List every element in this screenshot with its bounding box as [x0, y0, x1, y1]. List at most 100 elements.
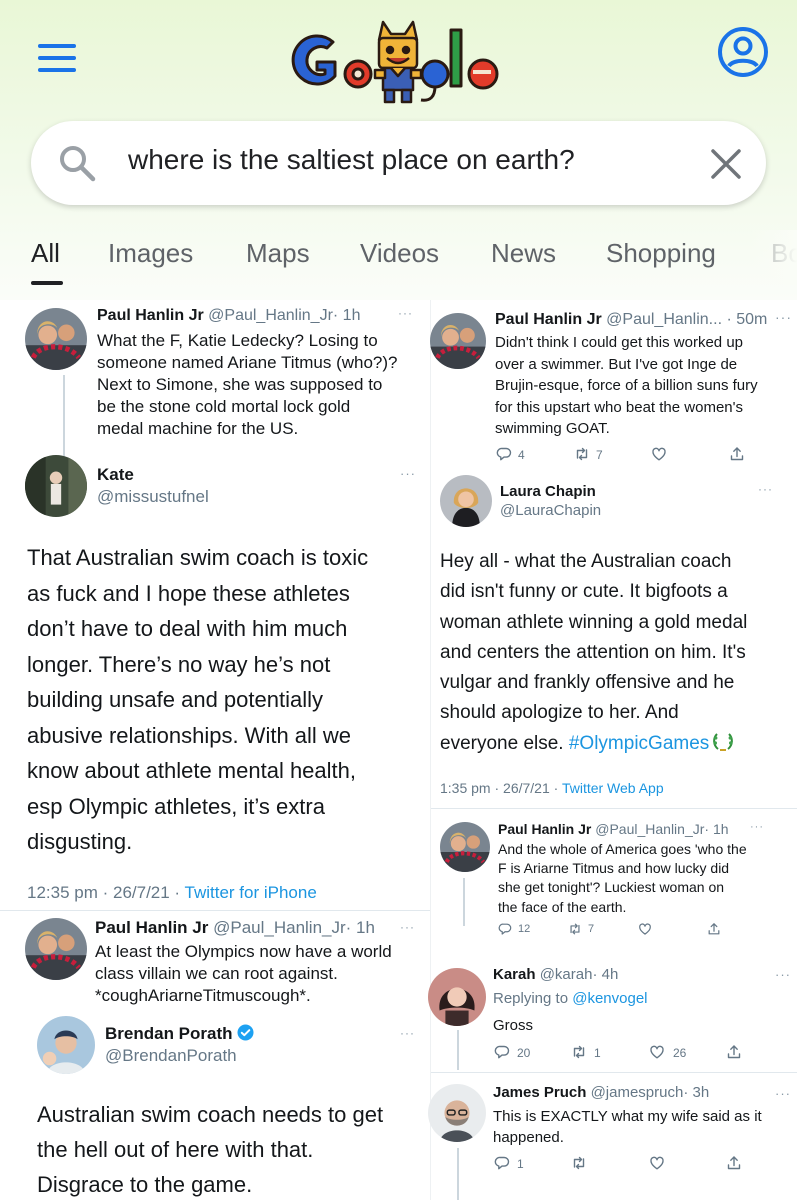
author-handle[interactable]: @LauraChapin — [500, 502, 601, 519]
like-icon[interactable] — [649, 1044, 665, 1060]
tweet-text: Gross — [493, 1017, 534, 1034]
tweet-meta: 1:35 pm · 26/7/21 · Twitter Web App — [440, 780, 664, 796]
menu-icon[interactable] — [38, 44, 76, 72]
share-icon[interactable] — [726, 1044, 742, 1060]
tweet-header: Paul Hanlin Jr @Paul_Hanlin_Jr· 1h — [97, 307, 360, 325]
author-handle[interactable]: @Paul_Hanlin_Jr — [595, 821, 704, 837]
avatar[interactable] — [428, 968, 486, 1026]
author-handle[interactable]: @Paul_Hanlin... — [606, 311, 722, 328]
author-name[interactable]: Laura Chapin — [500, 483, 596, 500]
tweet-source-link[interactable]: Twitter for iPhone — [185, 883, 317, 902]
image-result-collage[interactable]: Paul Hanlin Jr @Paul_Hanlin_Jr· 1h ··· W… — [0, 300, 797, 1200]
author-name[interactable]: Brendan Porath — [105, 1024, 254, 1044]
avatar[interactable] — [25, 455, 87, 517]
tweet-time: · 1h — [345, 918, 375, 937]
more-icon[interactable]: ··· — [750, 821, 764, 833]
like-icon[interactable] — [651, 446, 667, 462]
retweet-icon[interactable] — [574, 446, 590, 462]
tweet-text: And the whole of America goes 'who the F… — [498, 841, 747, 915]
author-name[interactable]: Paul Hanlin Jr — [97, 307, 204, 324]
retweet-icon[interactable] — [568, 922, 582, 936]
retweet-count: 1 — [594, 1046, 601, 1060]
avatar[interactable] — [440, 475, 492, 527]
more-icon[interactable]: ··· — [400, 920, 415, 934]
more-icon[interactable]: ··· — [775, 1086, 791, 1101]
search-input[interactable]: where is the saltiest place on earth? — [128, 144, 575, 176]
author-handle[interactable]: @missustufnel — [97, 487, 209, 507]
tweet-time: · 1h — [332, 307, 361, 324]
share-icon[interactable] — [726, 1155, 742, 1171]
author-name[interactable]: Paul Hanlin Jr — [95, 918, 208, 937]
tweet-text: This is EXACTLY what my wife said as it … — [493, 1108, 762, 1146]
tab-all[interactable]: All — [31, 238, 60, 269]
reply-icon[interactable] — [496, 446, 512, 462]
author-name[interactable]: James Pruch — [493, 1084, 586, 1101]
active-tab-indicator — [31, 281, 63, 285]
author-handle[interactable]: @Paul_Hanlin_Jr — [208, 307, 333, 324]
retweet-count: 7 — [588, 923, 595, 935]
verified-badge-icon — [237, 1024, 254, 1041]
reply-icon[interactable] — [498, 922, 512, 936]
tweet-header: James Pruch @jamespruch· 3h — [493, 1084, 709, 1101]
avatar[interactable] — [25, 308, 87, 370]
tweet-timestamp: 12:35 pm · 26/7/21 · — [27, 883, 185, 902]
tweet-header: Paul Hanlin Jr @Paul_Hanlin_Jr· 1h — [498, 821, 729, 837]
avatar[interactable] — [430, 313, 486, 369]
search-icon[interactable] — [56, 142, 100, 186]
replying-to-link[interactable]: @kenvogel — [572, 990, 647, 1007]
avatar[interactable] — [440, 822, 490, 872]
like-icon[interactable] — [649, 1155, 665, 1171]
tab-images[interactable]: Images — [108, 238, 193, 269]
author-name[interactable]: Paul Hanlin Jr — [495, 311, 602, 328]
share-icon[interactable] — [729, 446, 745, 462]
more-icon[interactable]: ··· — [775, 967, 791, 982]
tweet-meta: 12:35 pm · 26/7/21 · Twitter for iPhone — [27, 883, 317, 903]
author-handle[interactable]: @Paul_Hanlin_Jr — [213, 918, 346, 937]
tweet-header: Paul Hanlin Jr @Paul_Hanlin... · 50m — [495, 311, 767, 329]
author-handle[interactable]: @BrendanPorath — [105, 1046, 237, 1066]
reply-count: 12 — [518, 923, 531, 935]
share-icon[interactable] — [707, 922, 721, 936]
more-icon[interactable]: ··· — [398, 306, 413, 320]
avatar[interactable] — [25, 918, 87, 980]
author-handle[interactable]: @karah — [540, 966, 593, 983]
tweet-text: At least the Olympics now have a world c… — [95, 942, 392, 1006]
author-name[interactable]: Kate — [97, 465, 134, 485]
tweet-source-link[interactable]: Twitter Web App — [562, 780, 664, 796]
tweet-text: Hey all - what the Australian coach did … — [440, 551, 748, 754]
reply-count: 20 — [517, 1046, 531, 1060]
more-icon[interactable]: ··· — [400, 466, 416, 481]
tweet-time: · 3h — [683, 1084, 710, 1101]
tweet-header: Paul Hanlin Jr @Paul_Hanlin_Jr· 1h — [95, 918, 375, 938]
author-name[interactable]: Karah — [493, 966, 536, 983]
more-icon[interactable]: ··· — [758, 482, 773, 496]
tweet-text: Australian swim coach needs to get the h… — [37, 1102, 384, 1197]
retweet-icon[interactable] — [571, 1044, 587, 1060]
tweet-time: · 1h — [704, 821, 729, 837]
google-header: where is the saltiest place on earth? Al… — [0, 0, 797, 300]
tab-shopping[interactable]: Shopping — [606, 238, 716, 269]
like-icon[interactable] — [638, 922, 652, 936]
like-count: 26 — [673, 1046, 687, 1060]
close-icon[interactable] — [704, 142, 748, 186]
google-doodle-logo[interactable] — [283, 18, 513, 106]
reply-count: 4 — [518, 448, 525, 462]
tweet-timestamp: 1:35 pm · 26/7/21 · — [440, 780, 562, 796]
account-icon[interactable] — [717, 26, 769, 78]
author-handle[interactable]: @jamespruch — [591, 1084, 684, 1101]
tab-maps[interactable]: Maps — [246, 238, 310, 269]
hashtag-link[interactable]: #OlympicGames — [569, 733, 709, 754]
avatar[interactable] — [37, 1016, 95, 1074]
reply-icon[interactable] — [494, 1044, 510, 1060]
reply-icon[interactable] — [494, 1155, 510, 1171]
tweet-time: · 4h — [592, 966, 619, 983]
retweet-icon[interactable] — [571, 1155, 587, 1171]
tab-videos[interactable]: Videos — [360, 238, 439, 269]
reply-count: 1 — [517, 1157, 524, 1171]
more-icon[interactable]: ··· — [775, 309, 792, 325]
more-icon[interactable]: ··· — [400, 1026, 415, 1040]
avatar[interactable] — [428, 1084, 486, 1142]
author-name[interactable]: Paul Hanlin Jr — [498, 821, 591, 837]
tweet-text: That Australian swim coach is toxic as f… — [27, 545, 369, 854]
tab-news[interactable]: News — [491, 238, 556, 269]
